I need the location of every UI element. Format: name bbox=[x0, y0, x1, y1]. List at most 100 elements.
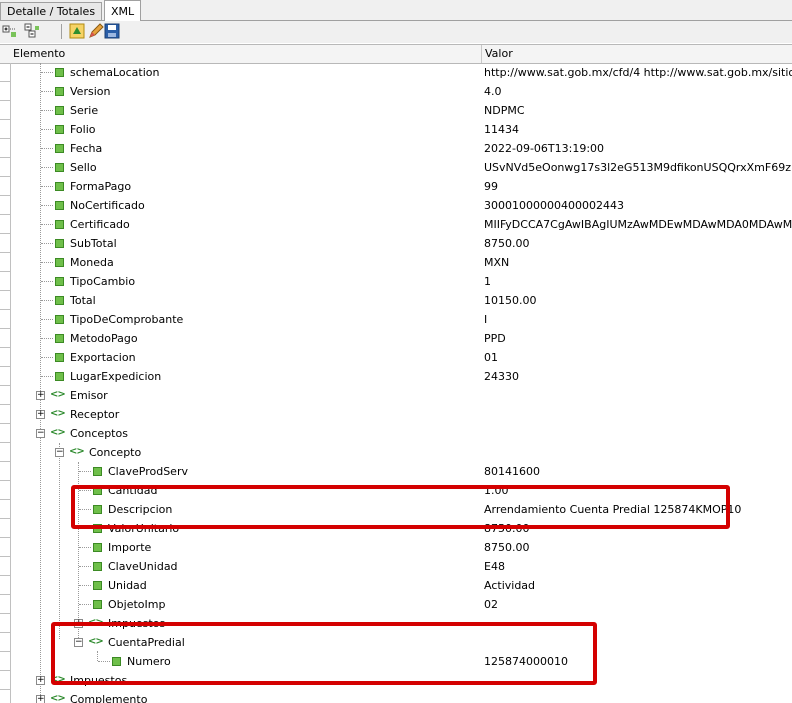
tree-row[interactable]: FormaPago 99 bbox=[0, 177, 792, 196]
row-label: TipoDeComprobante bbox=[70, 313, 184, 326]
row-label: Complemento bbox=[70, 693, 148, 703]
tree-row[interactable]: ClaveProdServ 80141600 bbox=[0, 462, 792, 481]
tree-row[interactable]: LugarExpedicion 24330 bbox=[0, 367, 792, 386]
tree-row[interactable]: SubTotal 8750.00 bbox=[0, 234, 792, 253]
toolbar bbox=[0, 21, 792, 43]
tree-row[interactable]: + <> Complemento bbox=[0, 690, 792, 703]
row-label: Conceptos bbox=[70, 427, 128, 440]
collapse-icon[interactable]: − bbox=[55, 448, 64, 457]
row-value: 99 bbox=[484, 180, 498, 193]
row-value: 8750.00 bbox=[484, 541, 530, 554]
row-label: Certificado bbox=[70, 218, 130, 231]
tree-row[interactable]: Version 4.0 bbox=[0, 82, 792, 101]
row-value: 4.0 bbox=[484, 85, 502, 98]
expand-all-icon[interactable] bbox=[2, 23, 18, 39]
attribute-icon bbox=[55, 296, 64, 305]
tree-row[interactable]: + <> Impuestos bbox=[0, 614, 792, 633]
tree-row[interactable]: Total 10150.00 bbox=[0, 291, 792, 310]
tree-row[interactable]: + <> Impuestos bbox=[0, 671, 792, 690]
tree-row[interactable]: MetodoPago PPD bbox=[0, 329, 792, 348]
row-label: ObjetoImp bbox=[108, 598, 166, 611]
tree-row[interactable]: NoCertificado 30001000000400002443 bbox=[0, 196, 792, 215]
collapse-all-icon[interactable] bbox=[24, 23, 40, 39]
row-label: Impuestos bbox=[70, 674, 128, 687]
attribute-icon bbox=[55, 144, 64, 153]
row-value: E48 bbox=[484, 560, 505, 573]
attribute-icon bbox=[93, 600, 102, 609]
row-value: USvNVd5eOonwg17s3l2eG513M9dfikonUSQQrxXm… bbox=[484, 161, 792, 174]
expand-icon[interactable]: + bbox=[36, 391, 45, 400]
tree-row[interactable]: Moneda MXN bbox=[0, 253, 792, 272]
tab-bar: Detalle / Totales XML bbox=[0, 0, 792, 21]
tree-row[interactable]: − <> CuentaPredial bbox=[0, 633, 792, 652]
row-value: I bbox=[484, 313, 488, 326]
row-label: SubTotal bbox=[70, 237, 117, 250]
column-value[interactable]: Valor bbox=[482, 45, 513, 63]
row-label: LugarExpedicion bbox=[70, 370, 162, 383]
row-label: Cantidad bbox=[108, 484, 158, 497]
row-value: 01 bbox=[484, 351, 498, 364]
tree-row[interactable]: schemaLocation http://www.sat.gob.mx/cfd/… bbox=[0, 63, 792, 82]
attribute-icon bbox=[55, 201, 64, 210]
tab-xml[interactable]: XML bbox=[104, 0, 142, 21]
column-element[interactable]: Elemento bbox=[10, 45, 65, 63]
tree-row[interactable]: Numero 125874000010 bbox=[0, 652, 792, 671]
expand-icon[interactable]: + bbox=[74, 619, 83, 628]
tree-row[interactable]: Serie NDPMC bbox=[0, 101, 792, 120]
row-label: FormaPago bbox=[70, 180, 132, 193]
xml-tree[interactable]: schemaLocation http://www.sat.gob.mx/cfd/… bbox=[0, 63, 792, 703]
row-value: 24330 bbox=[484, 370, 519, 383]
row-label: Importe bbox=[108, 541, 152, 554]
save-icon[interactable] bbox=[104, 23, 120, 39]
row-label: ClaveProdServ bbox=[108, 465, 188, 478]
attribute-icon bbox=[55, 239, 64, 248]
tree-row[interactable]: Folio 11434 bbox=[0, 120, 792, 139]
element-node-icon: <> bbox=[69, 446, 85, 457]
tree-row[interactable]: Cantidad 1.00 bbox=[0, 481, 792, 500]
attribute-icon bbox=[55, 372, 64, 381]
row-label: Fecha bbox=[70, 142, 103, 155]
expand-icon[interactable]: + bbox=[36, 410, 45, 419]
tree-row[interactable]: ClaveUnidad E48 bbox=[0, 557, 792, 576]
row-value: 8750.00 bbox=[484, 522, 530, 535]
collapse-icon[interactable]: − bbox=[74, 638, 83, 647]
row-label: MetodoPago bbox=[70, 332, 138, 345]
attribute-icon bbox=[93, 562, 102, 571]
row-value: NDPMC bbox=[484, 104, 525, 117]
tab-detalle-totales[interactable]: Detalle / Totales bbox=[0, 2, 103, 20]
row-label: CuentaPredial bbox=[108, 636, 185, 649]
tree-row[interactable]: Sello USvNVd5eOonwg17s3l2eG513M9dfikonUSQ… bbox=[0, 158, 792, 177]
tree-row[interactable]: Fecha 2022-09-06T13:19:00 bbox=[0, 139, 792, 158]
tree-row[interactable]: Unidad Actividad bbox=[0, 576, 792, 595]
tree-row[interactable]: Importe 8750.00 bbox=[0, 538, 792, 557]
tree-row[interactable]: TipoCambio 1 bbox=[0, 272, 792, 291]
edit-icon[interactable] bbox=[88, 23, 104, 39]
tree-row[interactable]: ValorUnitario 8750.00 bbox=[0, 519, 792, 538]
row-label: Unidad bbox=[108, 579, 147, 592]
tree-row[interactable]: − <> Conceptos bbox=[0, 424, 792, 443]
open-file-icon[interactable] bbox=[69, 23, 85, 39]
row-label: Receptor bbox=[70, 408, 120, 421]
row-label: Folio bbox=[70, 123, 96, 136]
row-label: TipoCambio bbox=[70, 275, 136, 288]
tree-row[interactable]: + <> Emisor bbox=[0, 386, 792, 405]
tree-row[interactable]: Exportacion 01 bbox=[0, 348, 792, 367]
expand-icon[interactable]: + bbox=[36, 695, 45, 703]
tree-row[interactable]: + <> Receptor bbox=[0, 405, 792, 424]
expand-icon[interactable]: + bbox=[36, 676, 45, 685]
element-node-icon: <> bbox=[50, 389, 66, 400]
column-header: Elemento Valor bbox=[0, 44, 792, 64]
attribute-icon bbox=[55, 220, 64, 229]
tree-row[interactable]: ObjetoImp 02 bbox=[0, 595, 792, 614]
element-node-icon: <> bbox=[88, 617, 104, 628]
tree-row[interactable]: Certificado MIIFyDCCA7CgAwIBAgIUMzAwMDEwM… bbox=[0, 215, 792, 234]
row-label: Total bbox=[70, 294, 96, 307]
collapse-icon[interactable]: − bbox=[36, 429, 45, 438]
attribute-icon bbox=[55, 277, 64, 286]
tree-row[interactable]: − <> Concepto bbox=[0, 443, 792, 462]
row-value: 10150.00 bbox=[484, 294, 537, 307]
tree-row[interactable]: Descripcion Arrendamiento Cuenta Predial … bbox=[0, 500, 792, 519]
attribute-icon bbox=[55, 125, 64, 134]
tree-row[interactable]: TipoDeComprobante I bbox=[0, 310, 792, 329]
row-value: MIIFyDCCA7CgAwIBAgIUMzAwMDEwMDAwMDA0MDAw… bbox=[484, 218, 792, 231]
